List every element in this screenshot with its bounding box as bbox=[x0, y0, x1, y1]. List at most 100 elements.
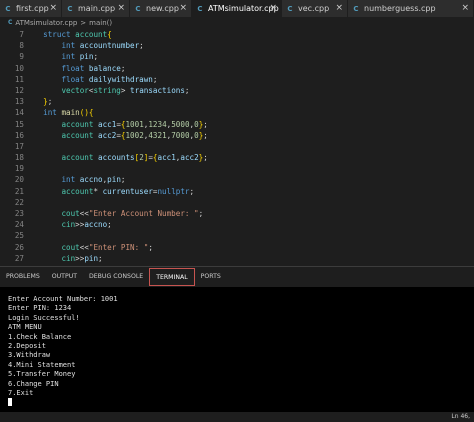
tab-new-cpp[interactable]: Cnew.cpp × bbox=[130, 0, 192, 17]
cpp-file-icon: C bbox=[67, 4, 73, 13]
line-number: 9 bbox=[19, 52, 24, 62]
terminal-line: 1.Check Balance bbox=[8, 332, 72, 341]
close-icon[interactable]: × bbox=[179, 3, 187, 13]
tab-label: numberguess.cpp bbox=[364, 4, 436, 13]
status-bar: Ln 46, bbox=[0, 412, 474, 422]
code-line[interactable]: 22 bbox=[0, 197, 474, 208]
code-editor[interactable]: 7 struct account{8 int accountnumber; 9 i… bbox=[0, 29, 474, 266]
code-line[interactable]: 24 cin>>accno; bbox=[0, 219, 474, 230]
code-line[interactable]: 21 account* currentuser=nullptr; bbox=[0, 186, 474, 197]
breadcrumb-symbol[interactable]: main() bbox=[89, 19, 112, 27]
code-text[interactable]: int pin; bbox=[34, 51, 98, 62]
close-icon[interactable]: × bbox=[269, 3, 277, 13]
code-line[interactable]: 9 int pin; bbox=[0, 51, 474, 62]
code-text[interactable]: cout<<"Enter Account Number: "; bbox=[34, 208, 203, 219]
line-number: 17 bbox=[14, 141, 24, 151]
code-text[interactable]: int main(){ bbox=[34, 107, 93, 118]
code-text[interactable]: account acc2={1002,4321,7000,0}; bbox=[34, 130, 207, 141]
code-text[interactable]: int accountnumber; bbox=[34, 40, 143, 51]
cpp-file-icon: C bbox=[8, 19, 13, 26]
code-text[interactable]: vector<string> transactions; bbox=[34, 85, 189, 96]
line-number: 10 bbox=[14, 63, 24, 73]
tab-numberguess-cpp[interactable]: Cnumberguess.cpp × bbox=[348, 0, 474, 17]
terminal-line: Login Successful! bbox=[8, 313, 80, 322]
line-number: 19 bbox=[14, 164, 24, 174]
tab-label: vec.cpp bbox=[298, 4, 330, 13]
line-number: 14 bbox=[14, 108, 24, 118]
panel-tab-problems[interactable]: PROBLEMS bbox=[0, 268, 46, 286]
terminal-line: ATM MENU bbox=[8, 323, 42, 332]
terminal-panel[interactable]: Enter Account Number: 1001 Enter PIN: 123… bbox=[0, 287, 474, 412]
code-text[interactable]: account accounts[2]={acc1,acc2}; bbox=[34, 152, 207, 163]
terminal-line: 7.Exit bbox=[8, 388, 34, 397]
code-line[interactable]: 8 int accountnumber; bbox=[0, 40, 474, 51]
tab-main-cpp[interactable]: Cmain.cpp × bbox=[62, 0, 130, 17]
cpp-file-icon: C bbox=[5, 4, 11, 13]
terminal-cursor bbox=[8, 398, 12, 407]
line-number: 13 bbox=[14, 97, 24, 107]
code-line[interactable]: 14 int main(){ bbox=[0, 107, 474, 118]
code-text[interactable]: cin>>pin; bbox=[34, 253, 102, 264]
code-line[interactable]: 25 bbox=[0, 230, 474, 241]
code-line[interactable]: 23 cout<<"Enter Account Number: "; bbox=[0, 208, 474, 219]
code-line[interactable]: 12 vector<string> transactions; bbox=[0, 85, 474, 96]
breadcrumb-separator: > bbox=[80, 18, 87, 27]
close-icon[interactable]: × bbox=[49, 3, 57, 13]
panel-tab-output[interactable]: OUTPUT bbox=[46, 268, 83, 286]
line-number: 16 bbox=[14, 130, 24, 140]
breadcrumb-file[interactable]: ATMsimulator.cpp bbox=[15, 19, 77, 27]
tab-label: main.cpp bbox=[78, 4, 116, 13]
line-number: 20 bbox=[14, 175, 24, 185]
code-text[interactable]: account acc1={1001,1234,5000,0}; bbox=[34, 119, 207, 130]
line-number: 21 bbox=[14, 186, 24, 196]
code-line[interactable]: 27 cin>>pin; bbox=[0, 253, 474, 264]
code-text[interactable]: }; bbox=[34, 96, 52, 107]
line-number: 24 bbox=[14, 220, 24, 230]
code-line[interactable]: 26 cout<<"Enter PIN: "; bbox=[0, 242, 474, 253]
code-text[interactable]: cin>>accno; bbox=[34, 219, 111, 230]
line-number: 7 bbox=[19, 30, 24, 39]
tab-atmsimulator-cpp[interactable]: C ATMsimulator.cpp × bbox=[192, 0, 282, 17]
tab-first-cpp[interactable]: Cfirst.cpp × bbox=[0, 0, 62, 17]
tab-vec-cpp[interactable]: Cvec.cpp × bbox=[282, 0, 348, 17]
cpp-file-icon: C bbox=[135, 4, 141, 13]
code-text[interactable]: float dailywithdrawn; bbox=[34, 74, 157, 85]
code-text[interactable]: cout<<"Enter PIN: "; bbox=[34, 242, 152, 253]
code-line[interactable]: 10 float balance; bbox=[0, 63, 474, 74]
code-line[interactable]: 7 struct account{ bbox=[0, 29, 474, 40]
line-number: 18 bbox=[14, 153, 24, 163]
cpp-file-icon: C bbox=[197, 4, 203, 13]
panel-tab-ports[interactable]: PORTS bbox=[195, 268, 227, 286]
close-icon[interactable]: × bbox=[117, 3, 125, 13]
code-line[interactable]: 11 float dailywithdrawn; bbox=[0, 74, 474, 85]
code-line[interactable]: 19 bbox=[0, 163, 474, 174]
close-icon[interactable]: × bbox=[335, 3, 343, 13]
line-number: 12 bbox=[14, 85, 24, 95]
line-number: 26 bbox=[14, 242, 24, 252]
code-line[interactable]: 13 }; bbox=[0, 96, 474, 107]
tab-label: new.cpp bbox=[146, 4, 179, 13]
code-line[interactable]: 17 bbox=[0, 141, 474, 152]
close-icon[interactable]: × bbox=[461, 3, 469, 13]
terminal-line: 2.Deposit bbox=[8, 341, 46, 350]
panel-tab-debug-console[interactable]: DEBUG CONSOLE bbox=[83, 268, 149, 286]
code-line[interactable]: 18 account accounts[2]={acc1,acc2}; bbox=[0, 152, 474, 163]
code-line[interactable]: 16 account acc2={1002,4321,7000,0}; bbox=[0, 130, 474, 141]
cursor-position[interactable]: Ln 46, bbox=[451, 413, 470, 420]
code-text[interactable]: struct account{ bbox=[34, 29, 112, 40]
code-text[interactable]: account* currentuser=nullptr; bbox=[34, 186, 194, 197]
panel-tab-bar: PROBLEMS OUTPUT DEBUG CONSOLE TERMINAL PORTS bbox=[0, 266, 474, 286]
terminal-line: Enter PIN: 1234 bbox=[8, 304, 72, 313]
panel-tab-terminal[interactable]: TERMINAL bbox=[149, 267, 195, 286]
code-text[interactable]: int accno,pin; bbox=[34, 174, 125, 185]
terminal-line: 4.Mini Statement bbox=[8, 360, 76, 369]
line-number: 27 bbox=[14, 253, 24, 263]
code-line[interactable]: 15 account acc1={1001,1234,5000,0}; bbox=[0, 119, 474, 130]
code-line[interactable]: 20 int accno,pin; bbox=[0, 174, 474, 185]
line-number: 15 bbox=[14, 119, 24, 129]
terminal-line: Enter Account Number: 1001 bbox=[8, 295, 118, 303]
tab-label: ATMsimulator.cpp bbox=[208, 4, 279, 13]
cpp-file-icon: C bbox=[353, 4, 359, 13]
code-text[interactable]: float balance; bbox=[34, 63, 125, 74]
terminal-prompt[interactable] bbox=[8, 398, 474, 407]
